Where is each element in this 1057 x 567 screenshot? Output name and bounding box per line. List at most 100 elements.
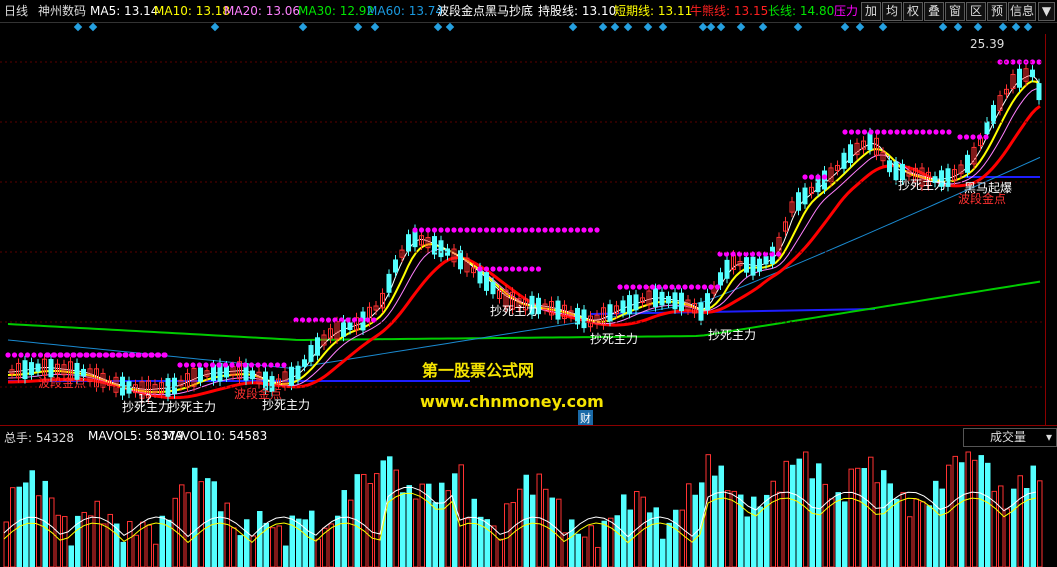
volume-bar [68, 545, 74, 567]
candle-body [867, 132, 873, 151]
volume-bar [556, 498, 562, 567]
signal-dot [887, 129, 894, 135]
chevron-down-icon[interactable]: ▾ [1046, 429, 1052, 446]
volume-bar [133, 534, 139, 567]
signal-dot [261, 362, 268, 368]
signal-dot [222, 362, 229, 368]
volume-bar [315, 538, 321, 567]
candle-body [1036, 83, 1042, 101]
candle-body [438, 240, 444, 258]
signal-dot [913, 129, 920, 135]
candle-body [22, 360, 28, 380]
signal-dot [216, 362, 222, 368]
volume-bar [289, 515, 295, 567]
volume-bar [237, 535, 243, 567]
volume-bar [686, 483, 692, 567]
signal-dot [129, 352, 136, 358]
volume-bar [530, 494, 536, 567]
volume-bar [380, 460, 386, 567]
overlay-button[interactable]: 叠 [924, 2, 944, 21]
candle-body [295, 365, 301, 380]
volume-bar [413, 498, 419, 567]
candle-body [724, 259, 730, 279]
volume-bar [127, 521, 133, 567]
range-button[interactable]: 区 [966, 2, 986, 21]
hold-line-value: 持股线: 13.10 [538, 4, 617, 18]
volume-bar [439, 482, 445, 567]
volume-bar [972, 459, 978, 567]
volume-bar [452, 473, 458, 567]
finance-badge[interactable]: 财 [578, 410, 593, 426]
signal-dot [490, 266, 496, 272]
stock-name: 神州数码 [38, 4, 87, 18]
volume-bar [231, 527, 237, 567]
forecast-button[interactable]: 预 [987, 2, 1007, 21]
volume-bar [679, 509, 685, 567]
high-price-label: 25.39 [970, 37, 1005, 51]
volume-bar [660, 538, 666, 567]
volume-bar [933, 480, 939, 567]
signal-dot [235, 362, 242, 368]
signal-dot [496, 266, 503, 272]
indicator-selector[interactable]: 成交量 ▾ [963, 428, 1057, 447]
signal-dot [581, 227, 587, 233]
signal-dot [695, 284, 701, 290]
signal-dot [561, 227, 568, 233]
volume-bar [985, 462, 991, 567]
add-button[interactable]: 加 [861, 2, 881, 21]
signal-dot [274, 362, 281, 368]
volume-bar [796, 458, 802, 567]
info-button[interactable]: 信息 [1008, 2, 1036, 21]
volume-bar [10, 487, 16, 567]
candle-body [120, 376, 125, 396]
volume-bar [777, 491, 783, 567]
candle-body [302, 359, 307, 367]
window-button[interactable]: 窗 [945, 2, 965, 21]
signal-dot [5, 352, 11, 358]
signal-dot [675, 284, 682, 290]
volume-bar [718, 465, 724, 567]
signal-dot [848, 129, 855, 135]
signal-dot [418, 227, 425, 233]
volume-bar [822, 483, 828, 567]
candle-body [750, 256, 756, 276]
volume-bar [848, 468, 854, 567]
volume-bar [146, 524, 152, 567]
signal-dot [701, 284, 708, 290]
volume-bar [101, 523, 107, 567]
candle-body [718, 272, 723, 286]
candle-body [653, 288, 658, 308]
signal-dot [444, 227, 451, 233]
candle-body [172, 377, 177, 395]
ma10-line [7, 80, 1041, 394]
volume-bar [543, 488, 549, 567]
dropdown-icon[interactable]: ▼ [1038, 2, 1055, 21]
candle-body [607, 304, 613, 322]
volume-bar [42, 480, 48, 567]
average-button[interactable]: 均 [882, 2, 902, 21]
signal-dot [920, 129, 926, 135]
volume-chart[interactable] [0, 446, 1045, 567]
volume-bar [861, 468, 867, 567]
candle-body [347, 321, 353, 331]
candle-body [965, 154, 970, 173]
candle-body [1017, 68, 1022, 88]
volume-bar [400, 492, 406, 567]
period-label[interactable]: 日线 [4, 4, 28, 18]
signal-dot [907, 129, 913, 135]
signal-dot [574, 227, 581, 233]
volume-bar [341, 490, 347, 567]
volume-bar [627, 509, 633, 567]
signal-dot [933, 129, 939, 135]
signal-dot [483, 227, 490, 233]
volume-bar [445, 490, 451, 567]
signal-dot [155, 352, 162, 358]
rights-button[interactable]: 权 [903, 2, 923, 21]
signal-dot [815, 174, 821, 180]
volume-bar [1017, 475, 1023, 567]
candle-body [432, 236, 437, 255]
volume-bar [829, 498, 835, 567]
signal-dot [203, 362, 209, 368]
volume-bar [640, 496, 646, 567]
signal-dot [855, 129, 861, 135]
